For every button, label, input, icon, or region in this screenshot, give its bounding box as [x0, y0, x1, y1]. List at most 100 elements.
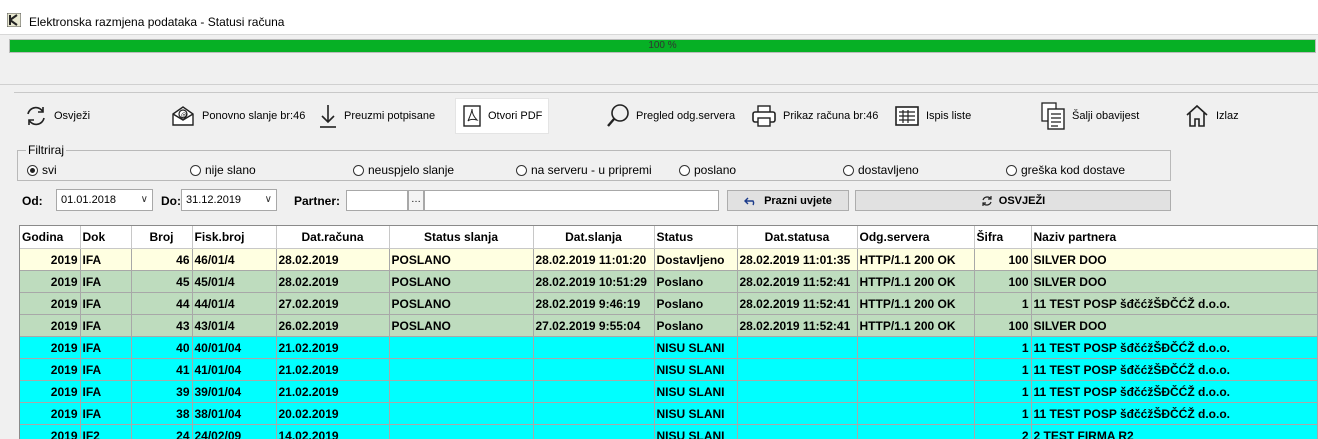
table-cell: NISU SLANI — [654, 381, 737, 403]
table-cell — [737, 381, 857, 403]
partner-lookup-button[interactable]: … — [408, 190, 424, 211]
resend-label: Ponovno slanje br:46 — [202, 110, 305, 122]
home-icon — [1184, 103, 1210, 129]
table-cell: 11 TEST POSP šđčćžŠĐČĆŽ d.o.o. — [1031, 359, 1317, 381]
from-date-picker[interactable]: 01.01.2018 ∨ — [56, 189, 153, 211]
table-cell: IFA — [80, 293, 131, 315]
column-header[interactable]: Šifra — [974, 226, 1031, 249]
table-row[interactable]: 2019IFA4141/01/0421.02.2019NISU SLANI111… — [20, 359, 1317, 381]
table-cell: 43 — [131, 315, 192, 337]
download-icon — [318, 103, 338, 129]
chevron-down-icon[interactable]: ∨ — [141, 190, 148, 210]
column-header[interactable]: Naziv partnera — [1031, 226, 1317, 249]
table-cell: POSLANO — [389, 271, 533, 293]
column-header[interactable]: Status — [654, 226, 737, 249]
toolbar: Osvježi @ Ponovno slanje br:46 Preuzmi p… — [14, 92, 1318, 139]
table-cell: 28.02.2019 9:46:19 — [533, 293, 654, 315]
column-header[interactable]: Godina — [20, 226, 80, 249]
table-cell: IFA — [80, 315, 131, 337]
table-cell: 11 TEST POSP šđčćžŠĐČĆŽ d.o.o. — [1031, 403, 1317, 425]
table-cell: 2019 — [20, 425, 80, 439]
server-review-button[interactable]: Pregled odg.servera — [606, 99, 735, 133]
table-cell: 40 — [131, 337, 192, 359]
column-header[interactable]: Broj — [131, 226, 192, 249]
radio-icon — [190, 165, 201, 176]
open-pdf-button[interactable]: Otvori PDF — [456, 99, 548, 133]
magnifier-icon — [606, 103, 630, 129]
filter-option-label: poslano — [694, 163, 736, 177]
table-cell: 28.02.2019 — [276, 271, 389, 293]
table-cell — [857, 403, 974, 425]
table-cell — [857, 425, 974, 439]
table-cell: 27.02.2019 — [276, 293, 389, 315]
server-review-label: Pregled odg.servera — [636, 110, 735, 122]
table-cell: 44/01/4 — [192, 293, 276, 315]
filter-option-all[interactable]: svi — [27, 163, 57, 177]
column-header[interactable]: Dat.statusa — [737, 226, 857, 249]
table-row[interactable]: 2019IFA3838/01/0420.02.2019NISU SLANI111… — [20, 403, 1317, 425]
table-cell: 20.02.2019 — [276, 403, 389, 425]
filter-option-send-failed[interactable]: neuspjelo slanje — [353, 163, 454, 177]
refresh-grid-button[interactable]: OSVJEŽI — [855, 190, 1171, 211]
column-header[interactable]: Status slanja — [389, 226, 533, 249]
table-cell: 24/02/09 — [192, 425, 276, 439]
refresh-button[interactable]: Osvježi — [24, 99, 90, 133]
table-cell: 27.02.2019 9:55:04 — [533, 315, 654, 337]
table-row[interactable]: 2019IFA3939/01/0421.02.2019NISU SLANI111… — [20, 381, 1317, 403]
table-cell: 21.02.2019 — [276, 337, 389, 359]
table-cell: 11 TEST POSP šđčćžŠĐČĆŽ d.o.o. — [1031, 381, 1317, 403]
table-row[interactable]: 2019IFA4545/01/428.02.2019POSLANO28.02.2… — [20, 271, 1317, 293]
table-row[interactable]: 2019IF22424/02/0914.02.2019NISU SLANI22 … — [20, 425, 1317, 439]
column-header[interactable]: Fisk.broj — [192, 226, 276, 249]
print-list-button[interactable]: Ispis liste — [894, 99, 971, 133]
table-cell: SILVER DOO — [1031, 315, 1317, 337]
chevron-down-icon[interactable]: ∨ — [265, 190, 272, 210]
table-row[interactable]: 2019IFA4646/01/428.02.2019POSLANO28.02.2… — [20, 249, 1317, 271]
table-cell: 2019 — [20, 359, 80, 381]
table-cell: 2019 — [20, 381, 80, 403]
table-cell: POSLANO — [389, 249, 533, 271]
table-cell: 45/01/4 — [192, 271, 276, 293]
filter-option-delivered[interactable]: dostavljeno — [843, 163, 919, 177]
exit-button[interactable]: Izlaz — [1184, 99, 1239, 133]
table-cell: Poslano — [654, 315, 737, 337]
column-header[interactable]: Dat.računa — [276, 226, 389, 249]
download-signed-button[interactable]: Preuzmi potpisane — [318, 99, 435, 133]
partner-code-field[interactable] — [346, 190, 408, 211]
filter-option-not-sent[interactable]: nije slano — [190, 163, 256, 177]
filter-option-label: na serveru - u pripremi — [531, 163, 652, 177]
filter-option-delivery-error[interactable]: greška kod dostave — [1006, 163, 1125, 177]
table-cell: 14.02.2019 — [276, 425, 389, 439]
table-cell: 41/01/04 — [192, 359, 276, 381]
resend-mail-icon: @ — [170, 104, 196, 128]
partner-name-field[interactable] — [424, 190, 719, 211]
send-notice-button[interactable]: Šalji obavijest — [1040, 99, 1139, 133]
table-cell: IF2 — [80, 425, 131, 439]
table-cell: 1 — [974, 359, 1031, 381]
table-cell: HTTP/1.1 200 OK — [857, 249, 974, 271]
table-cell: IFA — [80, 271, 131, 293]
invoice-status-grid[interactable]: Godina Dok Broj Fisk.broj Dat.računa Sta… — [19, 225, 1318, 439]
table-cell: 1 — [974, 337, 1031, 359]
table-row[interactable]: 2019IFA4343/01/426.02.2019POSLANO27.02.2… — [20, 315, 1317, 337]
table-cell: 39/01/04 — [192, 381, 276, 403]
filter-option-on-server[interactable]: na serveru - u pripremi — [516, 163, 652, 177]
table-row[interactable]: 2019IFA4040/01/0421.02.2019NISU SLANI111… — [20, 337, 1317, 359]
column-header[interactable]: Dat.slanja — [533, 226, 654, 249]
table-cell: 1 — [974, 403, 1031, 425]
filter-option-sent[interactable]: poslano — [679, 163, 736, 177]
table-row[interactable]: 2019IFA4444/01/427.02.2019POSLANO28.02.2… — [20, 293, 1317, 315]
print-invoice-button[interactable]: Prikaz računa br:46 — [751, 99, 878, 133]
resend-button[interactable]: @ Ponovno slanje br:46 — [170, 99, 305, 133]
table-cell — [737, 425, 857, 439]
table-cell: 41 — [131, 359, 192, 381]
clear-criteria-button[interactable]: Prazni uvjete — [727, 190, 849, 211]
column-header[interactable]: Dok — [80, 226, 131, 249]
filter-legend: Filtriraj — [26, 143, 66, 157]
table-cell: 46/01/4 — [192, 249, 276, 271]
exit-label: Izlaz — [1216, 110, 1239, 122]
table-cell: 1 — [974, 293, 1031, 315]
to-date-picker[interactable]: 31.12.2019 ∨ — [181, 189, 277, 211]
clear-criteria-label: Prazni uvjete — [764, 195, 832, 207]
column-header[interactable]: Odg.servera — [857, 226, 974, 249]
